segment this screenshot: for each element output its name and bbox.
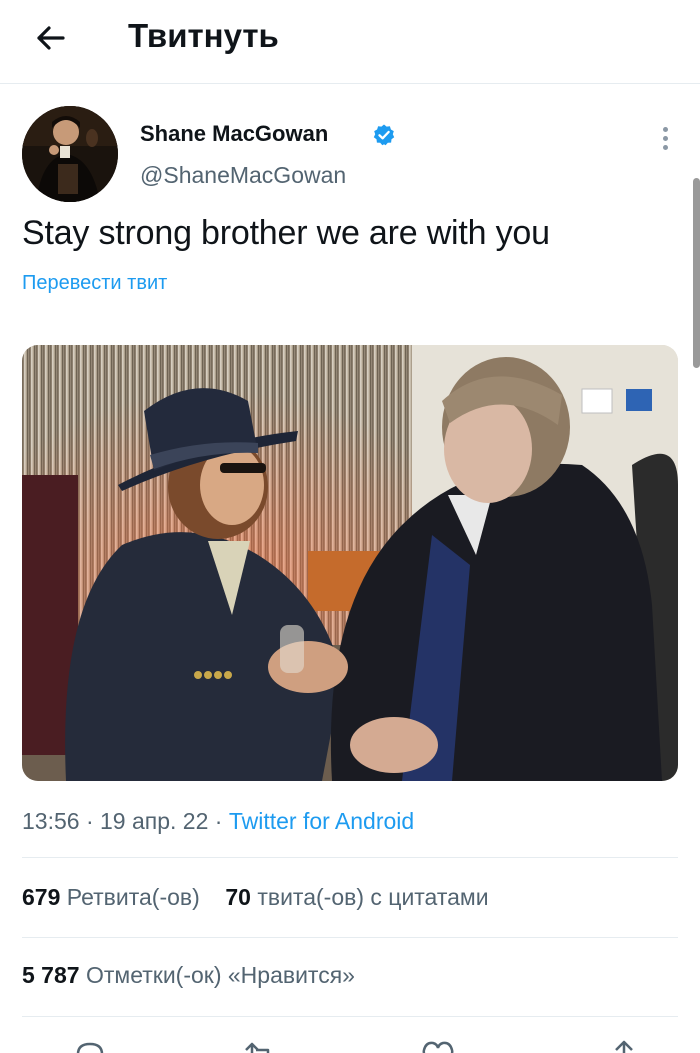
retweet-icon: [245, 1042, 270, 1053]
arrow-left-icon: [37, 26, 65, 50]
tweet-stats-row: 679 Ретвита(-ов) 70 твита(-ов) с цитатам…: [22, 882, 489, 912]
avatar[interactable]: [22, 106, 118, 202]
quotes-stat[interactable]: 70 твита(-ов) с цитатами: [225, 884, 488, 910]
author-handle[interactable]: @ShaneMacGowan: [140, 160, 346, 190]
back-button[interactable]: [28, 16, 72, 60]
meta-separator: ·: [85, 808, 94, 834]
retweet-button[interactable]: [240, 1036, 280, 1053]
likes-stat-row: 5 787 Отметки(-ок) «Нравится»: [22, 960, 355, 990]
like-button[interactable]: [418, 1036, 458, 1053]
share-icon: [615, 1040, 633, 1053]
reply-icon: [76, 1042, 104, 1053]
more-dots-icon: [662, 126, 668, 132]
divider: [22, 937, 678, 938]
quotes-count: 70: [225, 884, 251, 910]
tweet-time: 13:56: [22, 808, 80, 834]
divider: [22, 1016, 678, 1017]
verified-badge-icon: [373, 124, 395, 146]
tweet-author: Shane MacGowan @ShaneMacGowan: [22, 106, 682, 202]
likes-count: 5 787: [22, 962, 80, 988]
page-title: Твитнуть: [128, 17, 279, 54]
more-options-button[interactable]: [650, 118, 680, 158]
divider: [22, 857, 678, 858]
reply-button[interactable]: [70, 1036, 110, 1053]
tweet-source-link[interactable]: Twitter for Android: [229, 808, 414, 834]
retweets-stat[interactable]: 679 Ретвита(-ов): [22, 884, 200, 910]
meta-separator: ·: [214, 808, 223, 834]
retweets-count: 679: [22, 884, 61, 910]
retweets-label: Ретвита(-ов): [66, 884, 200, 910]
share-button[interactable]: [604, 1036, 644, 1053]
likes-stat[interactable]: 5 787 Отметки(-ок) «Нравится»: [22, 962, 355, 988]
like-icon: [422, 1041, 454, 1053]
scrollbar[interactable]: [693, 178, 700, 368]
tweet-actions-bar: [0, 1036, 700, 1053]
author-name[interactable]: Shane MacGowan: [140, 120, 328, 148]
tweet-date: 19 апр. 22: [100, 808, 209, 834]
tweet-photo[interactable]: [22, 345, 678, 781]
top-bar: Твитнуть: [0, 0, 700, 84]
translate-tweet-link[interactable]: Перевести твит: [22, 270, 167, 296]
likes-label: Отметки(-ок) «Нравится»: [85, 962, 355, 988]
tweet-meta: 13:56 · 19 апр. 22 · Twitter for Android: [22, 806, 414, 836]
tweet-text: Stay strong brother we are with you: [22, 214, 550, 252]
quotes-label: твита(-ов) с цитатами: [257, 884, 489, 910]
